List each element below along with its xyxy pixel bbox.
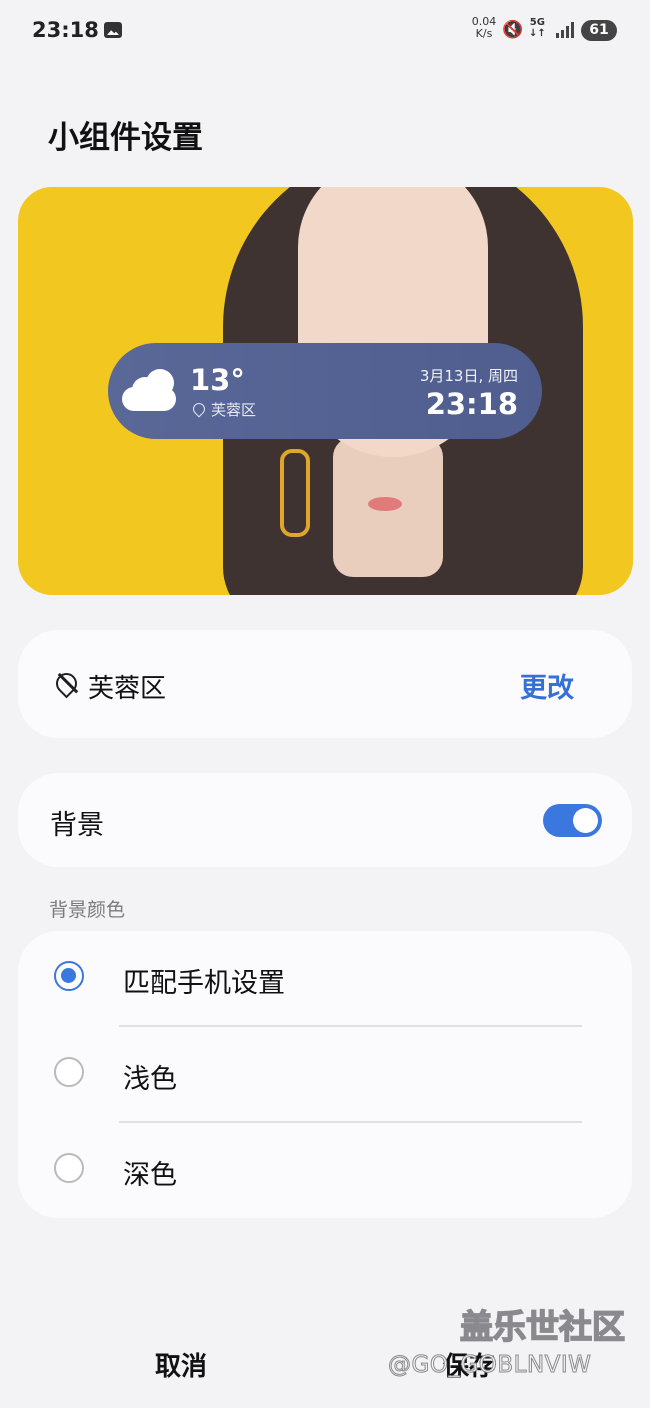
location-off-icon [51, 668, 82, 699]
network-arrows: ↓↑ [529, 28, 546, 39]
background-toggle[interactable] [543, 804, 602, 837]
network-type-label: 5G [529, 17, 545, 28]
option-dark[interactable]: 深色 [18, 1123, 632, 1219]
status-time: 23:18 [32, 18, 99, 42]
widget-date: 3月13日, 周四 [419, 367, 518, 385]
signal-icon [556, 22, 576, 38]
network-type: 5G ↓↑ [529, 17, 546, 39]
change-location-button[interactable]: 更改 [520, 666, 574, 705]
background-label: 背景 [50, 810, 104, 841]
toggle-knob [573, 808, 598, 833]
radio-button[interactable] [54, 961, 84, 991]
status-bar: 23:18 0.04 K/s 🔇 5G ↓↑ 61 [0, 0, 650, 60]
battery-indicator: 61 [581, 20, 617, 41]
location-name: 芙蓉区 [88, 674, 167, 704]
watermark-title: 盖乐世社区 [459, 1306, 626, 1347]
weather-widget: 13° 芙蓉区 3月13日, 周四 23:18 [108, 343, 542, 439]
watermark-handle: @GO_GOBLNVIW [387, 1352, 592, 1379]
option-label: 深色 [123, 1160, 177, 1191]
option-label: 浅色 [123, 1064, 177, 1095]
radio-button[interactable] [54, 1057, 84, 1087]
radio-button[interactable] [54, 1153, 84, 1183]
cloud-icon [122, 369, 178, 413]
network-speed: 0.04 K/s [468, 16, 500, 40]
page-title: 小组件设置 [48, 120, 203, 156]
option-match-phone[interactable]: 匹配手机设置 [18, 931, 632, 1027]
mute-icon: 🔇 [502, 20, 524, 40]
network-speed-unit: K/s [475, 27, 493, 40]
cancel-button[interactable]: 取消 [155, 1346, 207, 1383]
widget-time: 23:18 [425, 387, 518, 421]
section-label-background-color: 背景颜色 [49, 899, 126, 921]
widget-temperature: 13° [190, 363, 245, 397]
option-label: 匹配手机设置 [123, 968, 285, 999]
location-icon [190, 400, 208, 418]
option-light[interactable]: 浅色 [18, 1027, 632, 1123]
location-card[interactable]: 芙蓉区 更改 [18, 630, 632, 738]
background-card[interactable]: 背景 [18, 773, 632, 867]
widget-location: 芙蓉区 [211, 401, 257, 419]
background-color-card: 匹配手机设置 浅色 深色 [18, 931, 632, 1218]
gallery-icon [104, 22, 122, 38]
